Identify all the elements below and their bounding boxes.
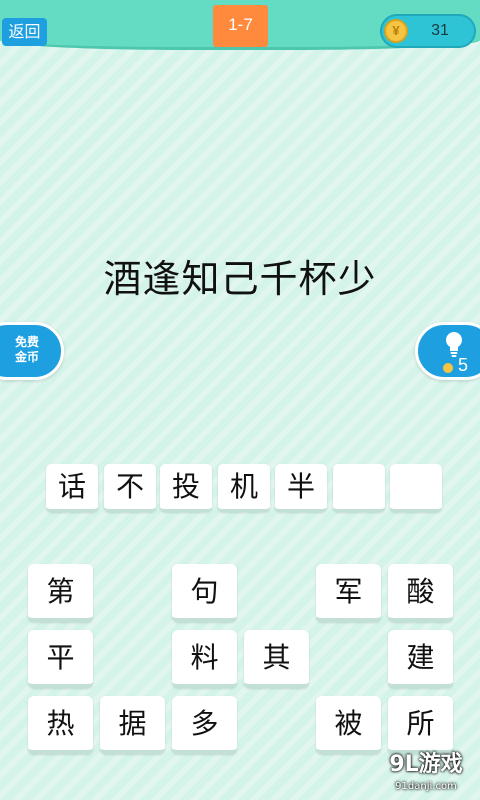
level-indicator: 1-7 [213,5,268,47]
answer-slot[interactable]: 话 [46,464,98,512]
hint-button[interactable]: 5 [415,322,480,380]
answer-slot[interactable]: 不 [104,464,156,512]
answer-slot[interactable] [390,464,442,512]
answer-slot[interactable]: 机 [218,464,270,512]
answer-slot[interactable] [333,464,385,512]
back-button[interactable]: 返回 [2,18,47,46]
answer-slot[interactable]: 投 [160,464,212,512]
answer-slot[interactable]: 半 [275,464,327,512]
letter-tile[interactable]: 平 [28,630,93,688]
coin-icon [443,363,453,373]
letter-tile[interactable]: 酸 [388,564,453,622]
letter-tile[interactable]: 热 [28,696,93,754]
watermark-domain: 91danji.com [395,781,457,792]
coin-counter: ¥ 31 [380,14,476,48]
free-coins-label-line1: 免费 [15,335,40,349]
coin-count: 31 [431,22,449,39]
letter-tile[interactable]: 第 [28,564,93,622]
watermark-brand: 9L游戏 [389,752,463,777]
free-coins-button[interactable]: 免费 金币 [0,322,64,380]
coin-icon: ¥ [384,19,408,43]
letter-tile[interactable]: 建 [388,630,453,688]
puzzle-text: 酒逢知己千杯少 [103,257,377,301]
letter-tile[interactable]: 料 [172,630,237,688]
letter-tile[interactable]: 多 [172,696,237,754]
letter-tile[interactable]: 据 [100,696,165,754]
hint-count: 5 [458,355,469,375]
letter-tile[interactable]: 其 [244,630,309,688]
letter-tile[interactable]: 所 [388,696,453,754]
free-coins-label-line2: 金币 [15,350,40,364]
watermark-logo: 9L游戏 91danji.com [372,748,480,800]
letter-tile[interactable]: 军 [316,564,381,622]
letter-tile[interactable]: 句 [172,564,237,622]
letter-tile[interactable]: 被 [316,696,381,754]
